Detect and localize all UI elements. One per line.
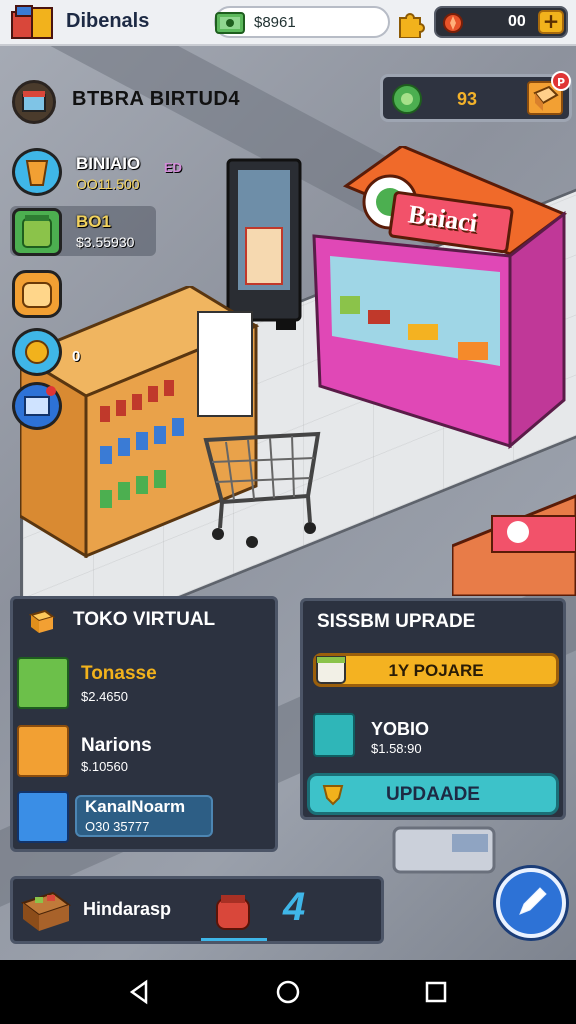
bottom-bar: Hindarasp 4 [10,876,384,944]
app-title: Dibenals [66,10,150,32]
upgrade-bar-label: 1Y POJARE [388,661,484,680]
bag-resource-icon[interactable] [12,270,62,318]
drink-resource-icon[interactable] [12,148,62,196]
food-resource-icon[interactable] [12,328,62,376]
crate-button[interactable]: P [527,71,571,115]
level-value: 93 [457,89,478,109]
upgrade-panel-title: SISSBM UPRADE [317,611,476,632]
jar-icon [216,895,250,930]
toko-item-2-name[interactable]: Narions [81,735,152,757]
warehouse-crate-icon[interactable] [19,887,73,935]
gem-value: 00 [508,13,526,30]
warehouse-label[interactable]: Hindarasp [83,899,171,920]
cup-icon [316,656,346,684]
pencil-icon [519,887,547,915]
toko-virtual-panel: TOKO VIRTUAL Tonasse $2.4650 Narions $.1… [10,596,278,852]
level-panel[interactable]: 93 P [380,71,572,122]
recents-icon[interactable] [422,978,450,1006]
upgrade-item-name: YOBIO [371,719,430,739]
toko-item-3-name[interactable]: KanaINoarm [85,797,185,817]
store-avatar-icon[interactable] [12,80,56,124]
resource-2-title: BO1 [76,212,111,231]
notification-badge: P [551,71,571,91]
store-logo-icon[interactable] [10,4,54,42]
gift-orange-icon[interactable] [17,725,69,777]
slot-number: 4 [283,885,306,929]
puzzle-icon[interactable] [396,8,426,38]
upgrade-item-price: $1.58:90 [371,741,422,756]
selected-slot[interactable] [201,885,267,941]
jar-resource-icon[interactable] [12,208,62,256]
box-blue-icon[interactable] [17,791,69,843]
cash-counter[interactable]: $8961 [214,6,390,38]
upgrade-panel: SISSBM UPRADE 1Y POJARE YOBIO $1.58:90 U… [300,598,566,820]
gem-icon [443,13,463,33]
top-bar: Dibenals $8961 00 + [0,0,576,46]
add-gems-button[interactable]: + [538,10,564,34]
box-icon [28,609,56,633]
side-counter: 0 [72,348,81,365]
toko-item-1-name[interactable]: Tonasse [81,663,157,685]
resource-2-value: $3.55930 [76,234,135,250]
neighbor-building [452,494,576,596]
toko-panel-title: TOKO VIRTUAL [73,609,216,630]
edit-button[interactable] [496,868,566,938]
toko-item-2-price: $.10560 [81,759,128,774]
resource-1-badge: ED [164,160,183,175]
card-icon[interactable] [313,713,355,757]
system-nav-bar [0,960,576,1024]
resource-1-value: OO11.500 [76,176,140,192]
resource-1-title: BINIAIO [76,154,141,173]
upgrade-button-label: UPDAADE [386,784,480,805]
kiosk-stand[interactable] [310,146,572,450]
box-resource-icon[interactable] [12,382,62,430]
cash-value: $8961 [254,14,296,31]
back-icon[interactable] [126,978,154,1006]
cash-icon [215,12,245,34]
home-icon[interactable] [274,978,302,1006]
store-name: BTBRA BIRTUD4 [72,88,240,110]
clover-icon [392,84,422,114]
parked-truck [392,826,496,874]
toko-item-1-price: $2.4650 [81,689,128,704]
gem-counter[interactable]: 00 + [434,6,568,38]
toko-item-3-price: O30 35777 [85,819,150,834]
gift-green-icon[interactable] [17,657,69,709]
upgrade-button[interactable]: UPDAADE [307,773,559,815]
